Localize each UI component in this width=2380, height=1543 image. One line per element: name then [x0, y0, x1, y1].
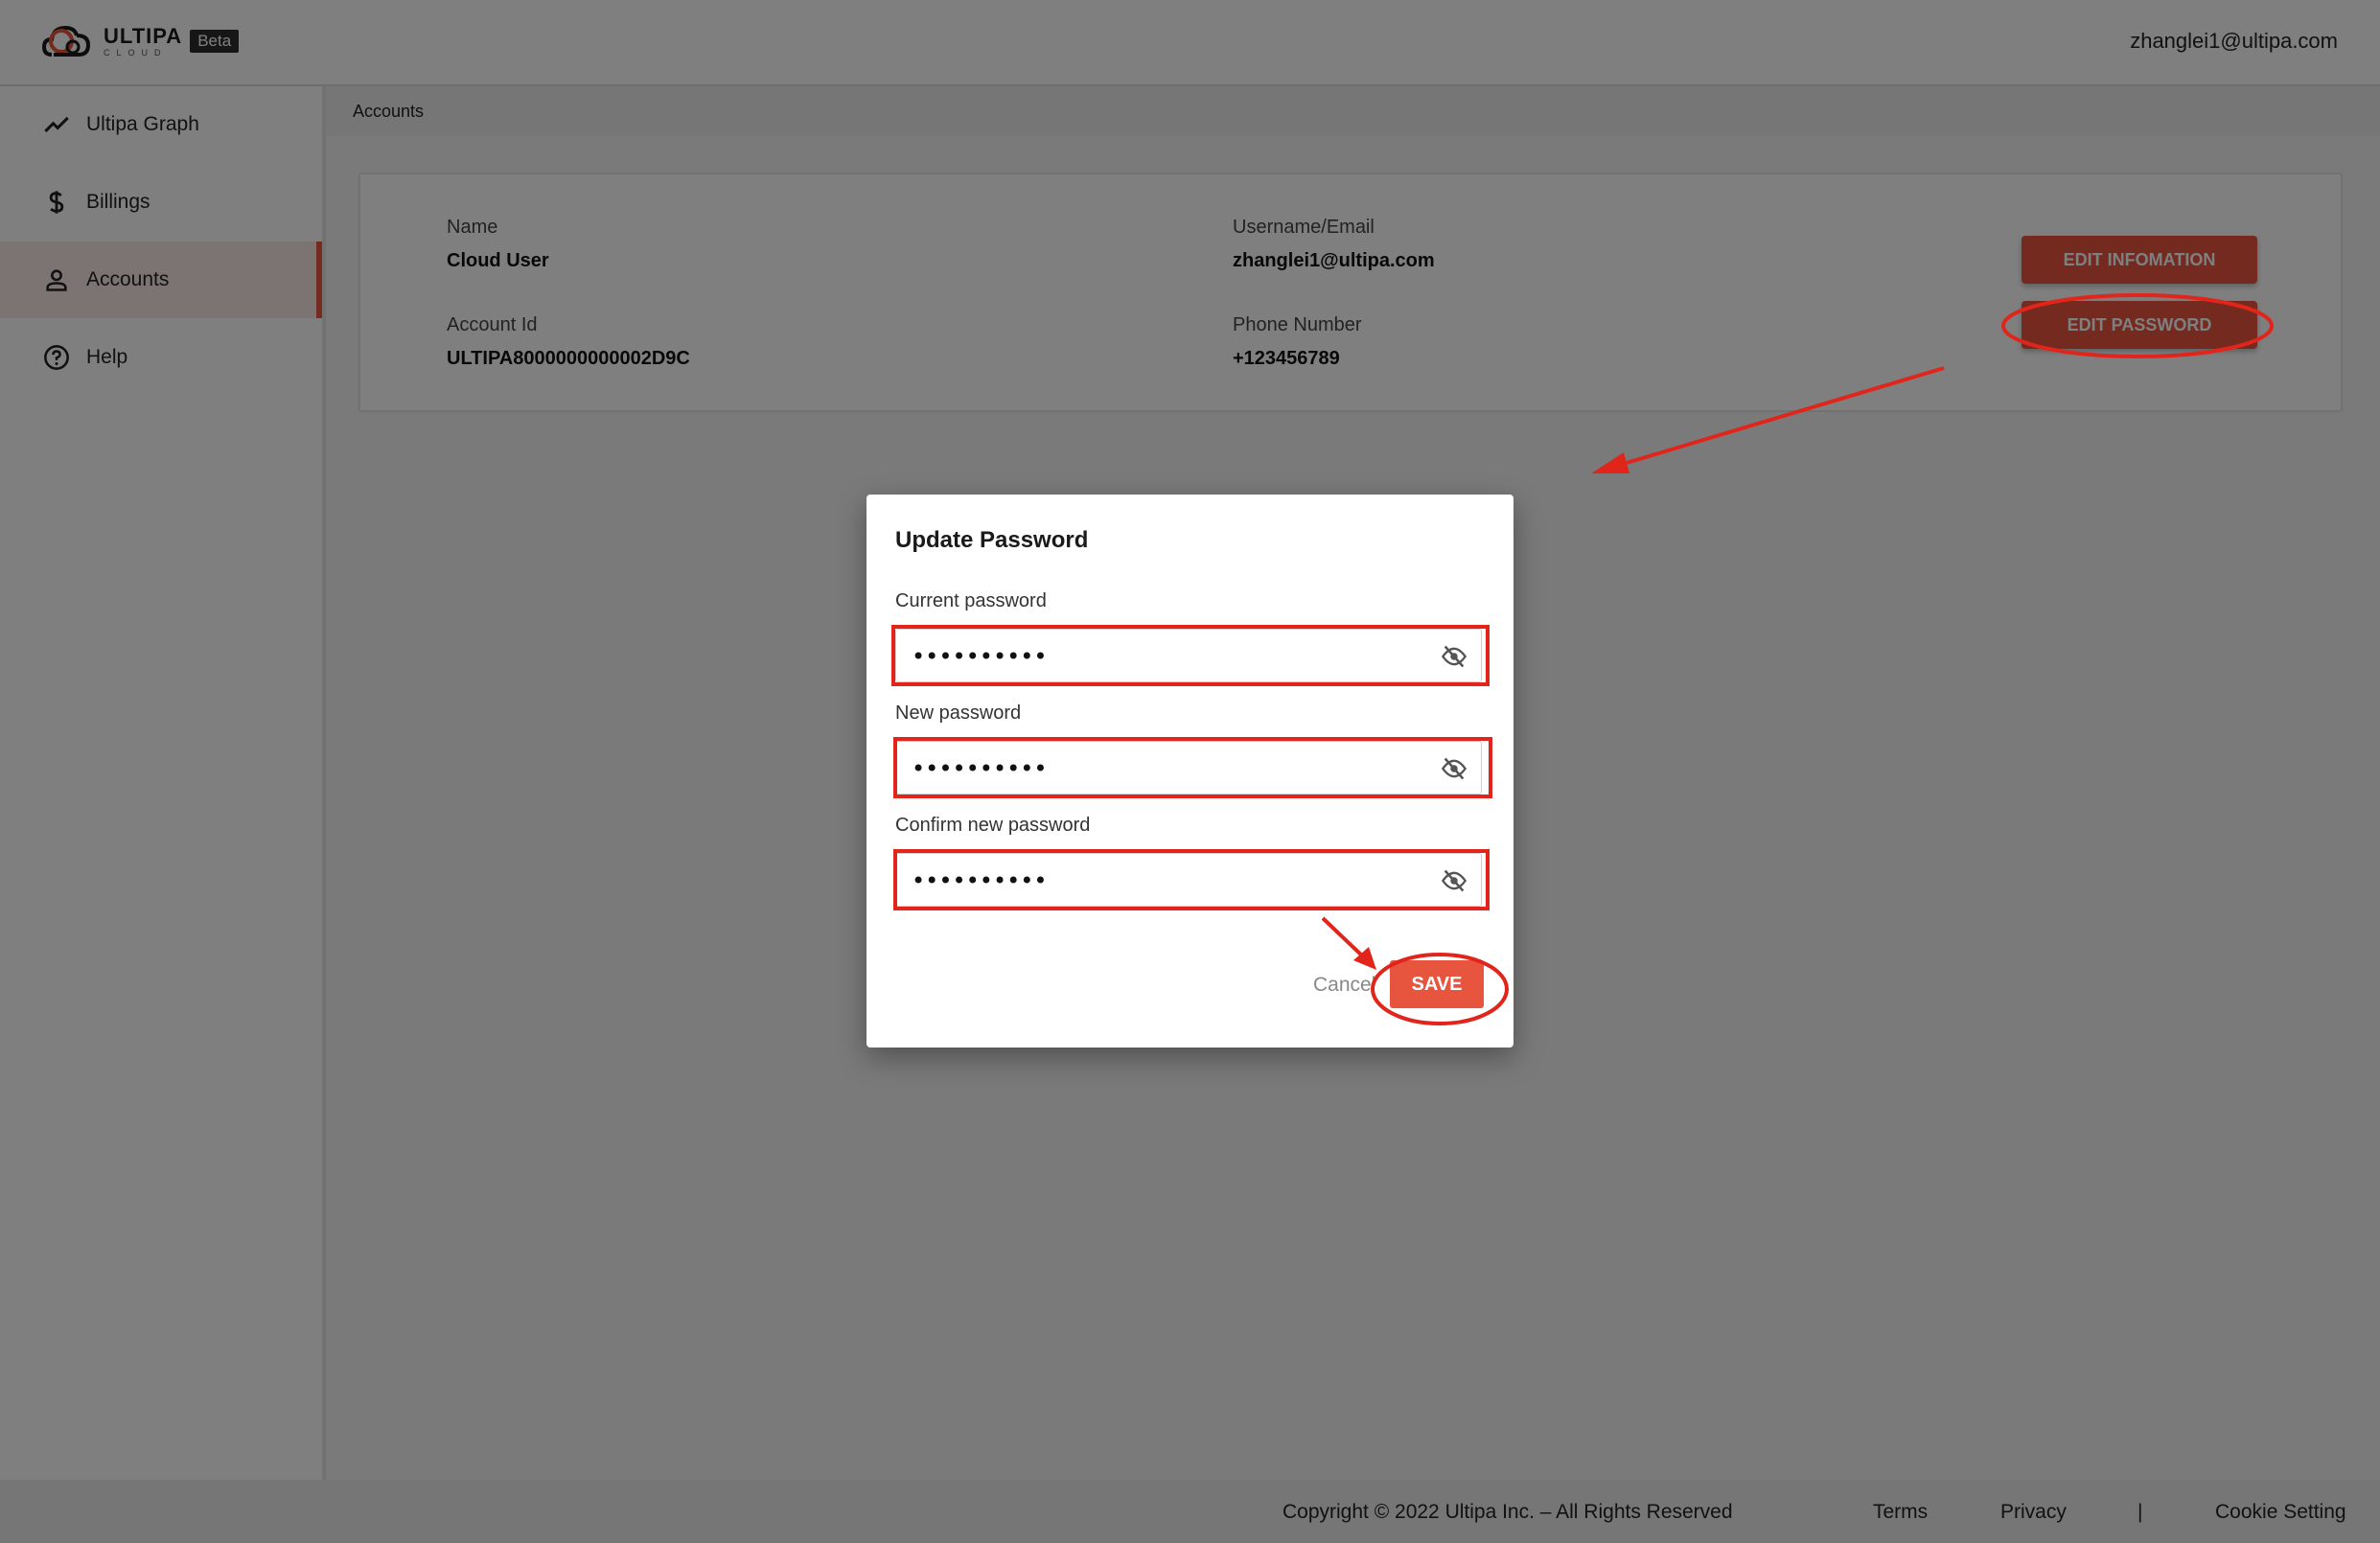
- new-password-label: New password: [895, 702, 1022, 724]
- field-highlight-box: [893, 849, 1490, 910]
- current-password-label: Current password: [895, 590, 1047, 611]
- dialog-title: Update Password: [895, 527, 1089, 553]
- field-highlight-box: [891, 625, 1490, 686]
- update-password-dialog: Update Password Current password New pas…: [867, 495, 1513, 1048]
- field-highlight-box: [893, 737, 1492, 798]
- confirm-password-label: Confirm new password: [895, 815, 1091, 836]
- save-button[interactable]: SAVE: [1390, 960, 1484, 1008]
- cancel-button[interactable]: Cancel: [1313, 974, 1375, 997]
